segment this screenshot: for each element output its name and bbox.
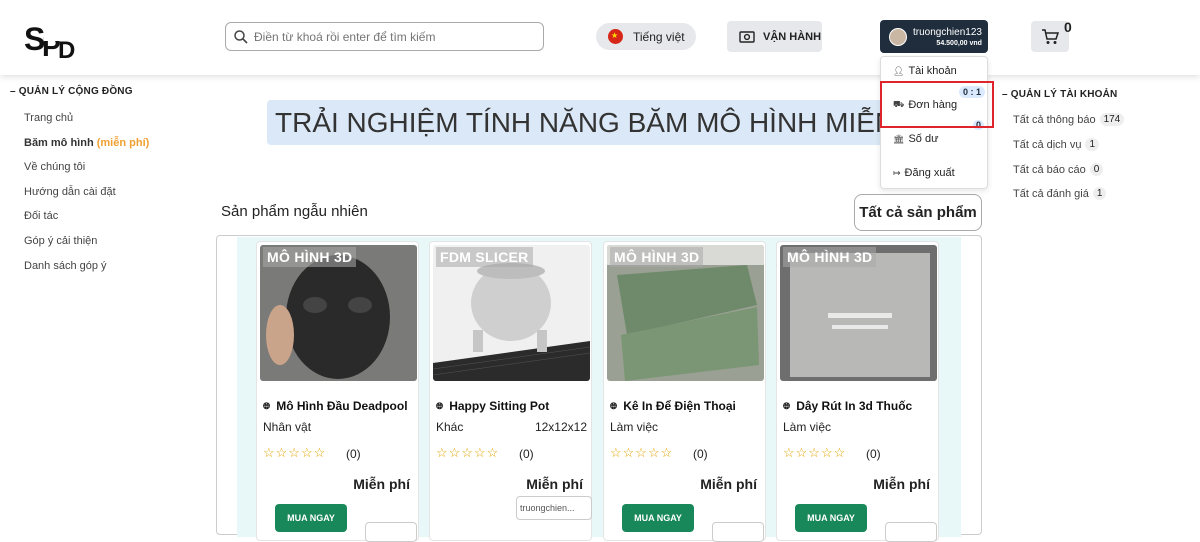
product-tag: MÔ HÌNH 3D [783,247,877,267]
avatar [889,27,907,46]
user-menu-button[interactable]: truongchien123 54.500,00 vnd [880,20,988,53]
product-image[interactable]: MÔ HÌNH 3D [607,245,764,381]
globe-icon: 🌐︎ [263,400,271,411]
rating-count: (0) [346,447,361,461]
sidebar-item-notifications[interactable]: Tất cả thông báo 174 [1013,113,1125,126]
highlight-box [880,81,994,128]
product-name[interactable]: 🌐︎ Dây Rút In 3d Thuốc [783,399,912,413]
sidebar-item-feedback[interactable]: Góp ý cải thiện [24,235,97,247]
cart-icon [1042,28,1059,44]
product-tag: MÔ HÌNH 3D [263,247,357,267]
secondary-button[interactable] [885,522,937,542]
product-price: Miễn phí [526,476,583,492]
product-size: 12x12x12 [534,420,587,434]
product-price: Miễn phí [700,476,757,492]
menu-item-label: Đăng xuất [904,167,955,179]
menu-item-label: Tài khoản [908,65,957,77]
top-header: S P D Tiếng việt VẬN HÀNH truongchien123… [0,0,1200,75]
product-card[interactable]: MÔ HÌNH 3D 🌐︎ Kê In Để Điện Thoại Làm việ… [603,241,766,542]
sidebar-item-install-guide[interactable]: Hướng dẫn cài đặt [24,186,116,198]
rating-count: (0) [693,447,708,461]
product-price: Miễn phí [353,476,410,492]
left-sidebar-title: – QUẢN LÝ CỘNG ĐỒNG [10,86,133,97]
rating-stars: ☆☆☆☆☆ [263,445,327,460]
buy-now-button[interactable]: MUA NGAY [795,504,867,532]
sidebar-item-feedback-list[interactable]: Danh sách góp ý [24,260,107,272]
product-image[interactable]: MÔ HÌNH 3D [260,245,417,381]
product-name[interactable]: 🌐︎ Mô Hình Đầu Deadpool [263,399,408,413]
seller-name[interactable]: truongchien... [516,496,592,520]
search-box[interactable] [225,22,544,51]
bank-icon: 🏛︎ [893,133,905,144]
product-price: Miễn phí [873,476,930,492]
globe-icon: 🌐︎ [436,400,444,411]
user-name: truongchien123 [913,26,982,38]
sidebar-item-reviews[interactable]: Tất cả đánh giá 1 [1013,187,1107,200]
vietnam-flag-icon [608,29,623,44]
rating-stars: ☆☆☆☆☆ [436,445,500,460]
count-badge: 1 [1085,138,1100,151]
product-name[interactable]: 🌐︎ Kê In Để Điện Thoại [610,399,736,413]
search-icon [234,29,248,44]
secondary-button[interactable] [712,522,764,542]
product-category: Khác [436,420,464,434]
secondary-button[interactable] [365,522,417,542]
operate-button[interactable]: VẬN HÀNH [727,21,822,52]
product-tag: MÔ HÌNH 3D [610,247,704,267]
menu-item-account[interactable]: 👤︎ Tài khoản [893,65,957,77]
cart-count: 0 [1064,19,1072,35]
free-tag: (miễn phí) [96,137,150,149]
buy-now-button[interactable]: MUA NGAY [275,504,347,532]
product-card[interactable]: MÔ HÌNH 3D 🌐︎ Dây Rút In 3d Thuốc Làm việ… [776,241,939,542]
product-category: Làm việc [783,420,832,434]
sidebar-item-reports[interactable]: Tất cả báo cáo 0 [1013,163,1104,176]
site-logo[interactable]: S P D [24,18,82,60]
operate-label: VẬN HÀNH [763,30,822,43]
rating-count: (0) [519,447,534,461]
products-section-title: Sản phẩm ngẫu nhiên [221,203,368,220]
buy-now-button[interactable]: MUA NGAY [622,504,694,532]
sidebar-item-about[interactable]: Về chúng tôi [24,161,85,173]
globe-icon: 🌐︎ [610,400,618,411]
camera-icon [739,30,755,43]
count-badge: 0 [1089,163,1104,176]
language-button[interactable]: Tiếng việt [596,23,696,50]
rating-stars: ☆☆☆☆☆ [610,445,674,460]
rating-stars: ☆☆☆☆☆ [783,445,847,460]
product-card[interactable]: FDM SLICER 🌐︎ Happy Sitting Pot Khác 12x1… [429,241,592,541]
sidebar-item-hash-model[interactable]: Băm mô hình (miễn phí) [24,137,149,149]
product-image[interactable]: MÔ HÌNH 3D [780,245,937,381]
right-sidebar-title: – QUẢN LÝ TÀI KHOẢN [1002,89,1118,100]
hero-banner: TRẢI NGHIỆM TÍNH NĂNG BĂM MÔ HÌNH MIỄN P… [267,100,888,145]
product-image[interactable]: FDM SLICER [433,245,590,381]
user-balance: 54.500,00 vnd [936,39,982,47]
globe-icon: 🌐︎ [783,400,791,411]
product-tag: FDM SLICER [436,247,533,267]
rating-count: (0) [866,447,881,461]
count-badge: 174 [1099,113,1125,126]
product-category: Làm việc [610,420,659,434]
sidebar-item-partners[interactable]: Đối tác [24,210,58,222]
language-label: Tiếng việt [633,29,685,44]
menu-item-logout[interactable]: ↦ Đăng xuất [893,167,955,179]
count-badge: 1 [1092,187,1107,200]
person-icon: 👤︎ [893,65,905,76]
sidebar-item-home[interactable]: Trang chủ [24,112,73,124]
logout-icon: ↦ [893,167,901,178]
product-name[interactable]: 🌐︎ Happy Sitting Pot [436,399,549,413]
product-card[interactable]: MÔ HÌNH 3D 🌐︎ Mô Hình Đầu Deadpool Nhân v… [256,241,419,542]
search-input[interactable] [254,29,534,44]
sidebar-item-services[interactable]: Tất cả dịch vụ 1 [1013,138,1100,151]
all-products-button[interactable]: Tất cả sản phẩm [854,194,982,231]
menu-item-balance[interactable]: 🏛︎ Số dư [893,133,938,145]
menu-item-label: Số dư [908,133,939,145]
product-category: Nhân vật [263,420,312,434]
